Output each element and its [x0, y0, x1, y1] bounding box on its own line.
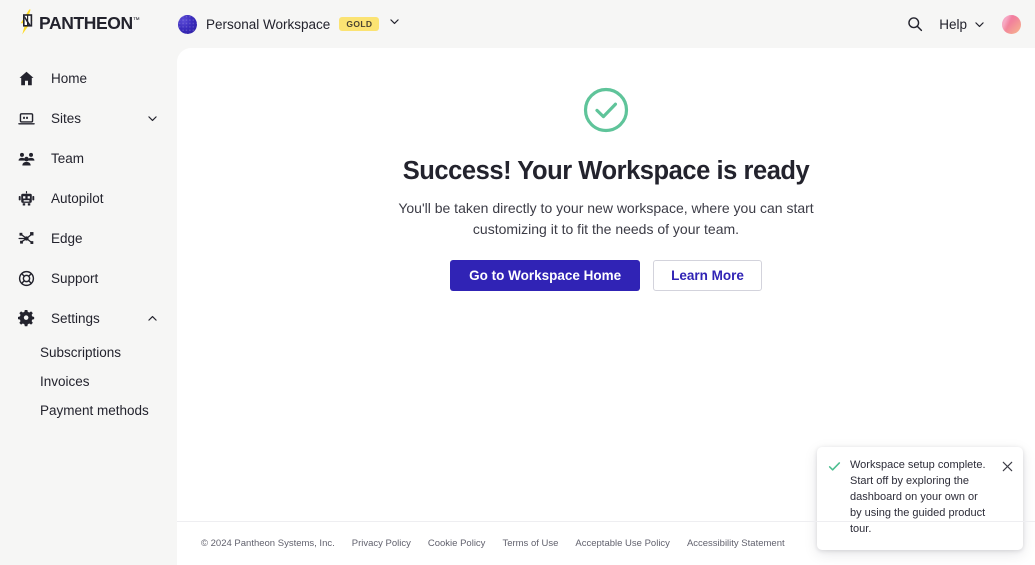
workspace-switcher[interactable]: Personal Workspace GOLD	[177, 0, 401, 48]
sidebar-item-home[interactable]: Home	[0, 58, 177, 98]
page-description: You'll be taken directly to your new wor…	[371, 198, 841, 240]
action-buttons: Go to Workspace Home Learn More	[450, 260, 762, 291]
close-icon[interactable]	[1002, 459, 1013, 470]
workspace-name: Personal Workspace	[206, 17, 330, 32]
sidebar-item-support[interactable]: Support	[0, 258, 177, 298]
go-to-workspace-home-button[interactable]: Go to Workspace Home	[450, 260, 640, 291]
sidebar-item-label: Sites	[51, 111, 81, 126]
logo-wordmark: PANTHEON™	[39, 15, 139, 33]
sidebar-subitem-subscriptions[interactable]: Subscriptions	[0, 338, 177, 367]
robot-icon	[18, 190, 35, 207]
lightning-bolt-icon	[18, 9, 38, 40]
footer-link-privacy-policy[interactable]: Privacy Policy	[352, 538, 411, 549]
page-title: Success! Your Workspace is ready	[403, 157, 810, 186]
chevron-down-icon	[973, 18, 986, 31]
footer-link-accessibility-statement[interactable]: Accessibility Statement	[687, 538, 785, 549]
workspace-avatar	[178, 15, 197, 34]
top-bar-right: Help	[907, 0, 1035, 48]
sidebar-subitem-label: Invoices	[40, 374, 90, 389]
footer-link-acceptable-use-policy[interactable]: Acceptable Use Policy	[575, 538, 670, 549]
sidebar-item-sites[interactable]: Sites	[0, 98, 177, 138]
sidebar-item-label: Edge	[51, 231, 83, 246]
chevron-down-icon[interactable]	[388, 15, 401, 33]
copyright-text: © 2024 Pantheon Systems, Inc.	[201, 538, 335, 549]
main-content: Success! Your Workspace is ready You'll …	[177, 48, 1035, 565]
search-icon[interactable]	[907, 16, 923, 32]
sidebar-item-label: Autopilot	[51, 191, 104, 206]
chevron-down-icon[interactable]	[146, 112, 159, 125]
network-nodes-icon	[18, 230, 35, 247]
help-menu[interactable]: Help	[939, 17, 986, 32]
sidebar-item-team[interactable]: Team	[0, 138, 177, 178]
learn-more-button[interactable]: Learn More	[653, 260, 762, 291]
sidebar-subitem-invoices[interactable]: Invoices	[0, 367, 177, 396]
people-group-icon	[18, 150, 35, 167]
sidebar-item-settings[interactable]: Settings	[0, 298, 177, 338]
lifebuoy-icon	[18, 270, 35, 287]
sidebar-item-label: Home	[51, 71, 87, 86]
pantheon-logo[interactable]: PANTHEON™	[0, 0, 177, 48]
sidebar-item-label: Support	[51, 271, 98, 286]
sidebar-item-label: Settings	[51, 311, 100, 326]
laptop-icon	[18, 110, 35, 127]
sidebar-item-edge[interactable]: Edge	[0, 218, 177, 258]
gear-icon	[18, 310, 35, 327]
help-label: Help	[939, 17, 967, 32]
sidebar-subitem-label: Payment methods	[40, 403, 149, 418]
sidebar: Home Sites	[0, 48, 177, 565]
top-bar: PANTHEON™ Personal Workspace GOLD Help	[0, 0, 1035, 48]
sidebar-item-autopilot[interactable]: Autopilot	[0, 178, 177, 218]
chevron-up-icon[interactable]	[146, 312, 159, 325]
check-circle-icon	[582, 86, 630, 134]
sidebar-item-label: Team	[51, 151, 84, 166]
sidebar-subitem-payment-methods[interactable]: Payment methods	[0, 396, 177, 425]
plan-badge-gold: GOLD	[339, 17, 379, 31]
sidebar-subitem-label: Subscriptions	[40, 345, 121, 360]
avatar[interactable]	[1002, 15, 1021, 34]
footer-link-terms-of-use[interactable]: Terms of Use	[502, 538, 558, 549]
footer: © 2024 Pantheon Systems, Inc. Privacy Po…	[177, 521, 1035, 565]
success-panel: Success! Your Workspace is ready You'll …	[177, 48, 1035, 291]
footer-link-cookie-policy[interactable]: Cookie Policy	[428, 538, 486, 549]
home-icon	[18, 70, 35, 87]
